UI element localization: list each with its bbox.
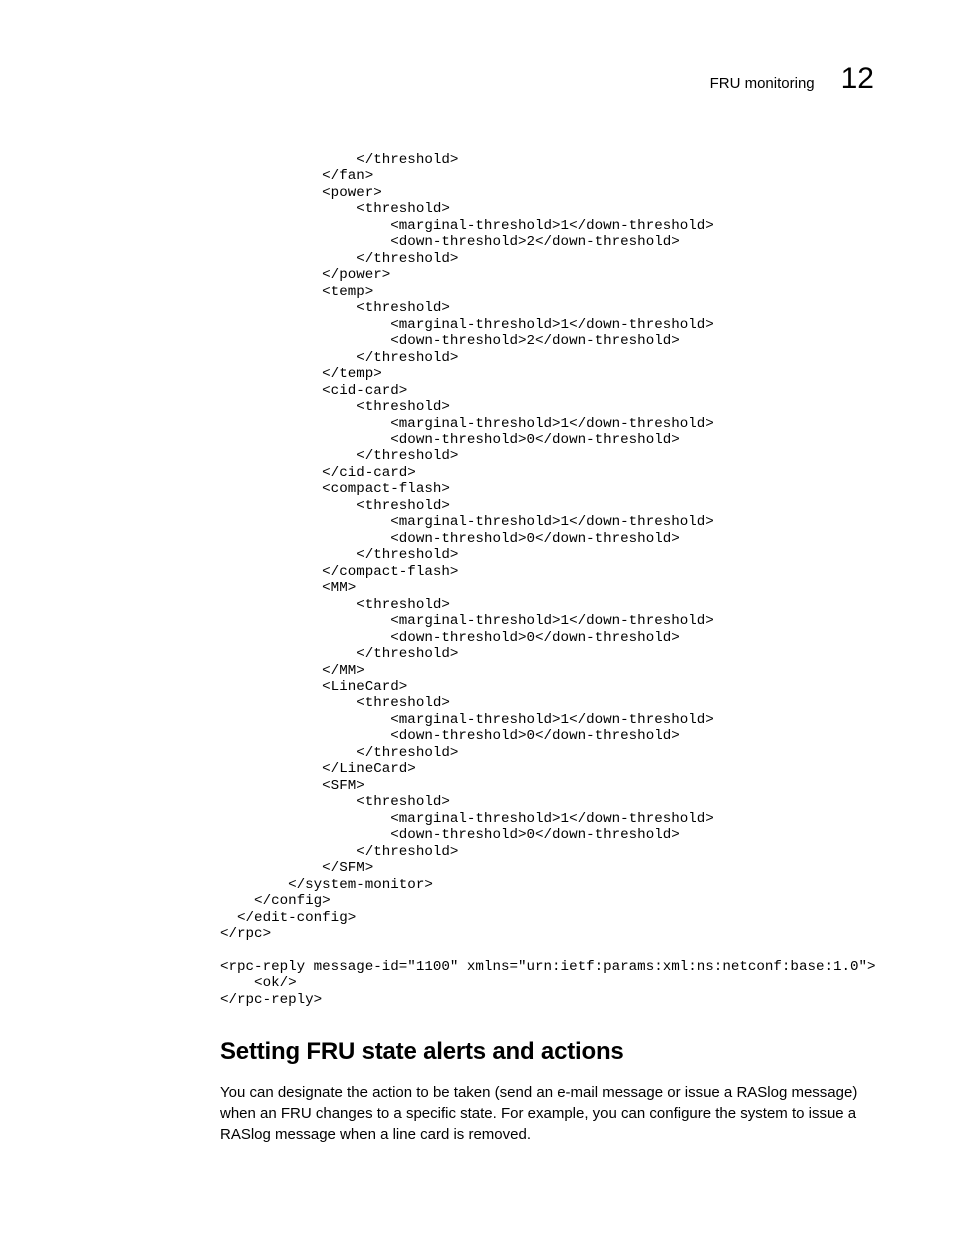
page-header: FRU monitoring 12 bbox=[80, 62, 874, 96]
page-container: FRU monitoring 12 </threshold> </fan> <p… bbox=[0, 0, 954, 1205]
section-heading: Setting FRU state alerts and actions bbox=[220, 1038, 874, 1066]
header-chapter-number: 12 bbox=[841, 62, 874, 96]
section-container: Setting FRU state alerts and actions You… bbox=[80, 1038, 874, 1145]
code-block: </threshold> </fan> <power> <threshold> … bbox=[80, 152, 874, 1008]
header-section-title: FRU monitoring bbox=[710, 75, 815, 92]
section-body: You can designate the action to be taken… bbox=[220, 1082, 874, 1145]
